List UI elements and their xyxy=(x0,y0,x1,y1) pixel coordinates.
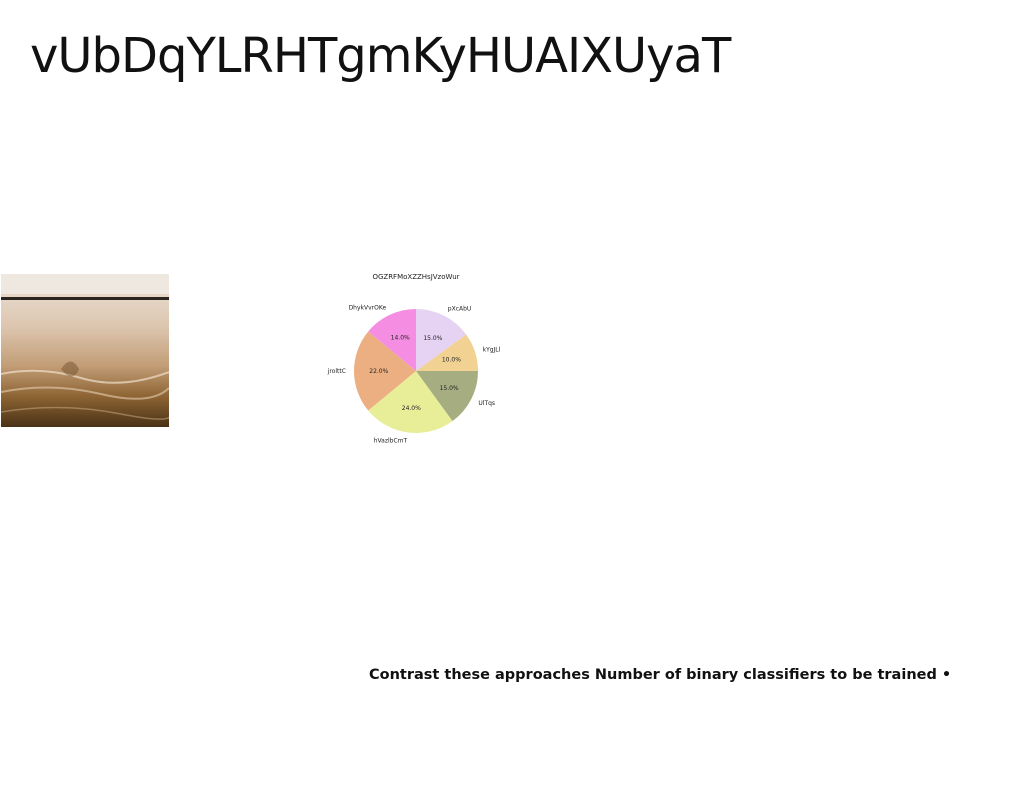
pie-category-label: pXcAbU xyxy=(448,306,472,313)
pie-pct-label: 15.0% xyxy=(423,335,442,342)
pie-category-label: kYgJLl xyxy=(483,346,501,353)
pie-pct-label: 10.0% xyxy=(442,357,461,364)
pie-category-label: DhykVvrOKe xyxy=(349,305,387,312)
pie-category-label: jrolttC xyxy=(327,368,346,375)
pie-pct-label: 24.0% xyxy=(402,405,421,412)
slide-title: vUbDqYLRHTgmKyHUAIXUyaT xyxy=(30,28,731,84)
pie-category-label: hVazlbCmT xyxy=(374,438,408,445)
pie-chart: OGZRFMoXZZHsJVzoWur 15.0% pXcAbU 10.0% kYgJ… xyxy=(325,266,505,466)
caption-text: Contrast these approaches Number of bina… xyxy=(369,667,952,683)
chart-title: OGZRFMoXZZHsJVzoWur xyxy=(372,273,459,281)
beach-photo-image xyxy=(1,274,169,427)
pie-pct-label: 15.0% xyxy=(440,385,459,392)
pie-category-label: UlTqs xyxy=(478,400,495,407)
pie-pct-label: 22.0% xyxy=(369,368,388,375)
photo xyxy=(1,274,169,427)
pie-chart-svg: OGZRFMoXZZHsJVzoWur 15.0% pXcAbU 10.0% kYgJ… xyxy=(327,273,501,445)
pie-pct-label: 14.0% xyxy=(391,334,410,341)
